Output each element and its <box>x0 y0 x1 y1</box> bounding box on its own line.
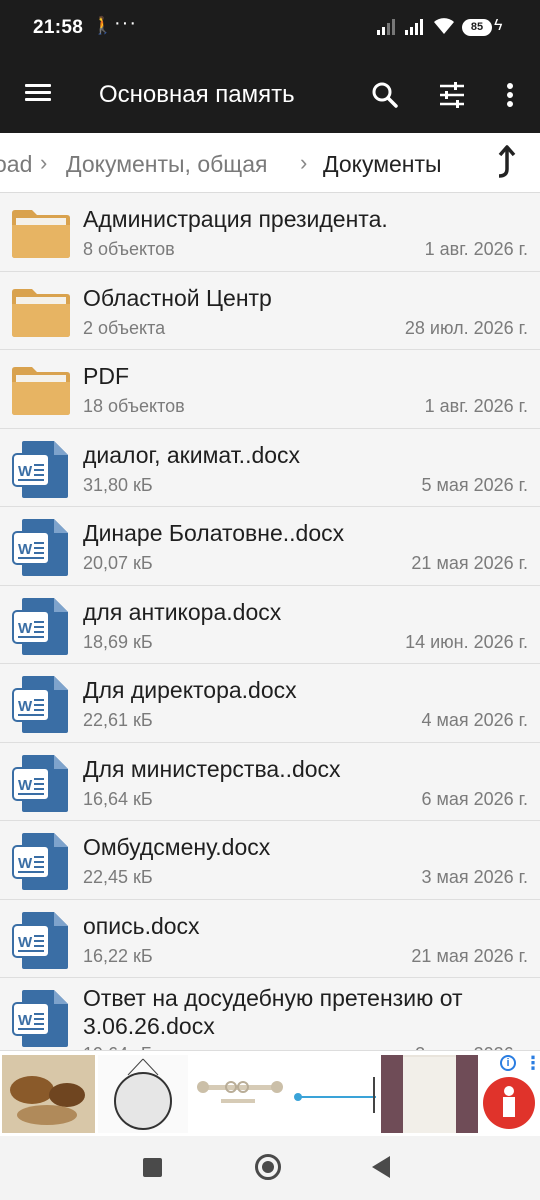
up-arrow-icon[interactable] <box>490 143 524 183</box>
system-nav-bar <box>0 1136 540 1200</box>
item-name: опись.docx <box>83 912 200 939</box>
item-meta: 2 объекта <box>83 317 166 338</box>
ad-image-rail[interactable] <box>288 1055 378 1133</box>
wifi-icon <box>434 18 454 34</box>
svg-text:W: W <box>18 463 33 480</box>
word-doc-icon: W <box>12 597 68 655</box>
signal-icon <box>377 19 395 35</box>
word-doc-icon: W <box>12 519 68 576</box>
item-meta: 8 объектов <box>83 239 175 259</box>
tune-icon[interactable] <box>435 78 469 112</box>
item-meta: 22,61 кБ <box>83 710 153 730</box>
app-bar: Основная память <box>0 56 540 133</box>
file-row[interactable]: W Ответ на досудебную претензию от 3.06.26… <box>0 978 540 1050</box>
charging-icon: ϟ <box>494 17 503 34</box>
file-row[interactable]: Wдля антикора.docx 18,69 кБ 14 июн. 2026 г… <box>0 585 540 664</box>
ad-image-curtains[interactable] <box>381 1055 478 1133</box>
file-row[interactable]: W Для министерства..docx 16,64 кБ 6 мая 202… <box>0 742 540 821</box>
word-doc-icon: W <box>12 833 68 890</box>
breadcrumb-item-docs-shared[interactable]: Документы, общая <box>66 151 267 178</box>
breadcrumb-item-current[interactable]: Документы <box>323 151 442 178</box>
ad-more-icon[interactable]: ⋮ <box>524 1053 540 1074</box>
svg-text:W: W <box>18 777 33 794</box>
item-date: 21 мая 2026 г. <box>411 553 528 573</box>
chevron-right-icon: › <box>40 150 48 175</box>
ad-info-icon[interactable]: i <box>500 1055 516 1071</box>
item-name-line2: 3.06.26.docx <box>83 1013 215 1039</box>
svg-text:W: W <box>18 698 33 715</box>
svg-text:W: W <box>18 934 33 951</box>
more-notifications-icon: ··· <box>114 12 137 34</box>
item-date: 4 мая 2026 г. <box>421 710 528 730</box>
item-meta: 31,80 кБ <box>83 474 153 495</box>
item-name: Ответ на досудебную претензию от <box>83 985 463 1011</box>
search-icon[interactable] <box>368 78 402 112</box>
top-bar: 21:58 🚶 ··· 85 ϟ Основная память <box>0 0 540 133</box>
item-meta: 22,45 кБ <box>83 867 153 887</box>
recents-icon[interactable] <box>143 1158 162 1177</box>
status-bar: 21:58 🚶 ··· 85 ϟ <box>0 0 540 56</box>
item-name: Для директора.docx <box>83 677 297 703</box>
folder-row[interactable]: Областной Центр 2 объекта 28 июл. 2026 г. <box>0 271 540 350</box>
file-row[interactable]: W Динаре Болатовне..docx 20,07 кБ 21 мая 20… <box>0 507 540 586</box>
item-meta: 18,69 кБ <box>83 631 153 652</box>
more-vert-icon[interactable] <box>498 78 522 112</box>
svg-text:W: W <box>18 1012 33 1029</box>
battery-icon: 85 <box>462 19 492 36</box>
breadcrumb-item-download[interactable]: oad <box>0 151 32 178</box>
item-name: PDF <box>83 363 129 389</box>
ad-image-curtain-rod[interactable] <box>191 1055 285 1133</box>
item-name: Динаре Болатовне..docx <box>83 520 345 546</box>
home-icon[interactable] <box>255 1154 281 1180</box>
walking-icon: 🚶 <box>92 16 114 35</box>
item-name: для антикора.docx <box>83 598 282 625</box>
folder-icon <box>12 288 70 337</box>
status-time: 21:58 <box>33 17 84 38</box>
item-name: диалог, акимат..docx <box>83 441 301 468</box>
word-doc-icon: W <box>12 990 68 1047</box>
file-row[interactable]: W Омбудсмену.docx 22,45 кБ 3 мая 2026 г. <box>0 821 540 900</box>
folder-row[interactable]: Администрация президента. 8 объектов 1 авг… <box>0 193 540 272</box>
file-list[interactable]: Администрация президента. 8 объектов 1 авг… <box>0 193 540 1050</box>
page-title: Основная память <box>99 81 295 108</box>
item-name: Администрация президента. <box>83 206 388 232</box>
word-doc-icon: W <box>12 440 68 498</box>
ad-image-blanket[interactable] <box>2 1055 95 1133</box>
file-row[interactable]: Wдиалог, акимат..docx 31,80 кБ 5 мая 2026 … <box>0 428 540 507</box>
ad-banner[interactable]: i ⋮ <box>0 1050 540 1136</box>
folder-icon <box>12 367 70 415</box>
item-meta: 20,07 кБ <box>83 553 153 573</box>
ad-logo[interactable] <box>481 1073 540 1133</box>
back-icon[interactable] <box>372 1156 390 1178</box>
item-date: 28 июл. 2026 г. <box>404 317 528 338</box>
word-doc-icon: W <box>12 911 68 969</box>
file-row[interactable]: Wопись.docx 16,22 кБ 21 мая 2026 г. <box>0 899 540 978</box>
item-name: Областной Центр <box>83 284 272 311</box>
item-date: 1 авг. 2026 г. <box>424 239 528 259</box>
item-date: 21 мая 2026 г. <box>411 945 528 966</box>
svg-text:W: W <box>18 620 33 637</box>
item-name: Для министерства..docx <box>83 755 341 782</box>
item-date: 14 июн. 2026 г. <box>405 631 528 652</box>
menu-icon[interactable] <box>22 80 56 110</box>
breadcrumb: oad › Документы, общая › Документы <box>0 133 540 193</box>
word-doc-icon: W <box>12 676 68 733</box>
folder-row[interactable]: PDF 18 объектов 1 авг. 2026 г. <box>0 350 540 429</box>
item-meta: 18 объектов <box>83 396 185 416</box>
item-name: Омбудсмену.docx <box>83 834 271 860</box>
svg-text:W: W <box>18 855 33 872</box>
word-doc-icon: W <box>12 754 68 812</box>
file-row[interactable]: W Для директора.docx 22,61 кБ 4 мая 2026 г. <box>0 664 540 743</box>
item-date: 5 мая 2026 г. <box>421 474 528 495</box>
folder-icon <box>12 210 70 258</box>
item-meta: 16,64 кБ <box>83 788 153 809</box>
item-date: 6 мая 2026 г. <box>421 788 528 809</box>
chevron-right-icon: › <box>300 150 308 175</box>
item-date: 1 авг. 2026 г. <box>424 396 528 416</box>
svg-text:W: W <box>18 541 33 558</box>
item-date: 3 мая 2026 г. <box>421 867 528 887</box>
ad-image-mirror[interactable] <box>98 1055 188 1133</box>
signal-icon-2 <box>405 19 423 35</box>
item-meta: 16,22 кБ <box>83 945 153 966</box>
